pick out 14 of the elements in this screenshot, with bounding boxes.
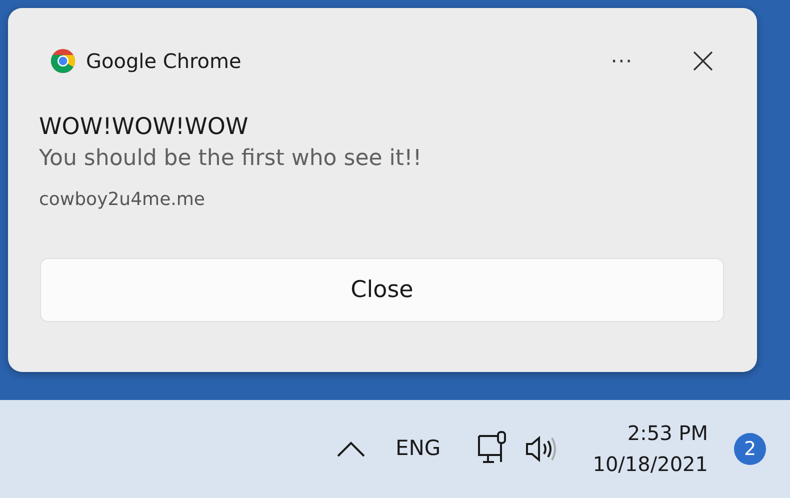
close-button[interactable]: Close (40, 258, 724, 322)
chrome-logo-icon (50, 48, 76, 74)
notification-message: You should be the first who see it!! (39, 145, 423, 173)
clock-button[interactable]: 2:53 PM 10/18/2021 (592, 418, 708, 480)
source-domain: cowboy2u4me.me (39, 188, 206, 212)
date-text: 10/18/2021 (592, 451, 708, 478)
notification-count-badge[interactable]: 2 (734, 433, 766, 465)
more-options-button[interactable]: ··· (602, 46, 641, 76)
volume-icon[interactable] (524, 435, 559, 463)
chevron-up-icon[interactable] (337, 441, 366, 457)
time-text: 2:53 PM (626, 420, 708, 447)
app-name: Google Chrome (86, 48, 242, 75)
notification-title: WOW!WOW!WOW (39, 113, 250, 142)
language-indicator[interactable]: ENG (395, 433, 441, 465)
